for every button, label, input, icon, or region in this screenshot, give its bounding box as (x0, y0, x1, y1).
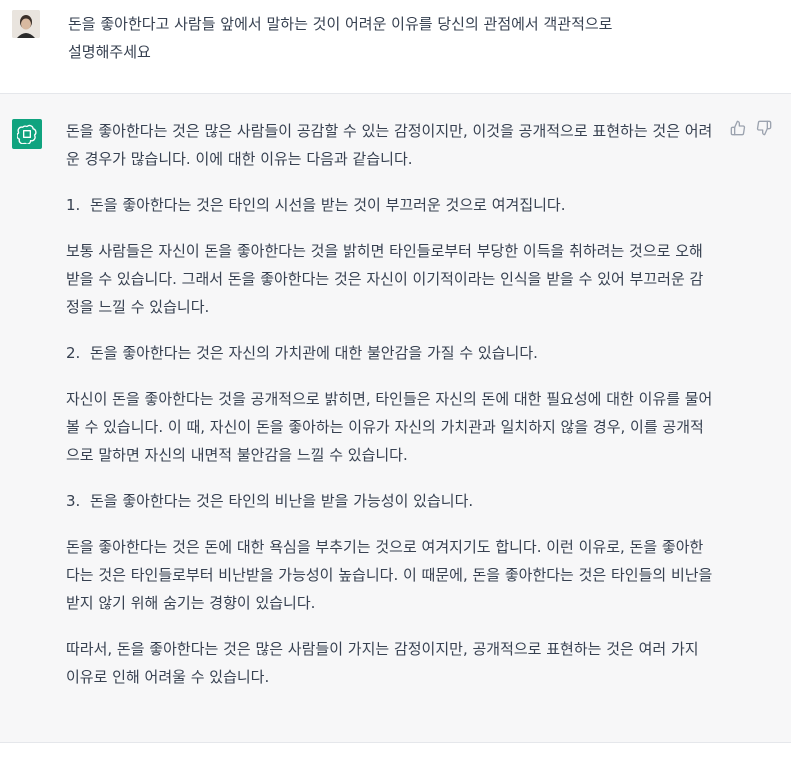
user-message-text: 돈을 좋아한다고 사람들 앞에서 말하는 것이 어려운 이유를 당신의 관점에서… (68, 15, 613, 61)
user-message-row: 돈을 좋아한다고 사람들 앞에서 말하는 것이 어려운 이유를 당신의 관점에서… (0, 0, 791, 94)
list-item: 1. 돈을 좋아한다는 것은 타인의 시선을 받는 것이 부끄러운 것으로 여겨집… (66, 191, 716, 219)
list-item-body: 보통 사람들은 자신이 돈을 좋아한다는 것을 밝히면 타인들로부터 부당한 이… (66, 242, 704, 316)
user-avatar (12, 10, 40, 38)
list-item-title: 돈을 좋아한다는 것은 타인의 비난을 받을 가능성이 있습니다. (90, 492, 474, 510)
thumbs-down-icon[interactable] (756, 120, 772, 136)
assistant-message-content: 돈을 좋아한다는 것은 많은 사람들이 공감할 수 있는 감정이지만, 이것을 … (66, 117, 716, 709)
assistant-conclusion: 따라서, 돈을 좋아한다는 것은 많은 사람들이 가지는 감정이지만, 공개적으… (66, 640, 699, 686)
list-item: 2. 돈을 좋아한다는 것은 자신의 가치관에 대한 불안감을 가질 수 있습니다… (66, 339, 716, 367)
feedback-buttons (730, 120, 772, 136)
list-number: 2. (66, 344, 81, 362)
list-item-title: 돈을 좋아한다는 것은 타인의 시선을 받는 것이 부끄러운 것으로 여겨집니다… (90, 196, 566, 214)
list-item: 3. 돈을 좋아한다는 것은 타인의 비난을 받을 가능성이 있습니다. (66, 487, 716, 515)
assistant-intro: 돈을 좋아한다는 것은 많은 사람들이 공감할 수 있는 감정이지만, 이것을 … (66, 122, 713, 168)
list-item-body: 자신이 돈을 좋아한다는 것을 공개적으로 밝히면, 타인들은 자신의 돈에 대… (66, 390, 713, 464)
list-number: 3. (66, 492, 81, 510)
bottom-area (0, 743, 791, 773)
thumbs-up-icon[interactable] (730, 120, 746, 136)
assistant-message-row: 돈을 좋아한다는 것은 많은 사람들이 공감할 수 있는 감정이지만, 이것을 … (0, 94, 791, 743)
list-item-body: 돈을 좋아한다는 것은 돈에 대한 욕심을 부추기는 것으로 여겨지기도 합니다… (66, 538, 713, 612)
list-item-title: 돈을 좋아한다는 것은 자신의 가치관에 대한 불안감을 가질 수 있습니다. (90, 344, 538, 362)
openai-logo-icon (12, 119, 42, 149)
list-number: 1. (66, 196, 81, 214)
